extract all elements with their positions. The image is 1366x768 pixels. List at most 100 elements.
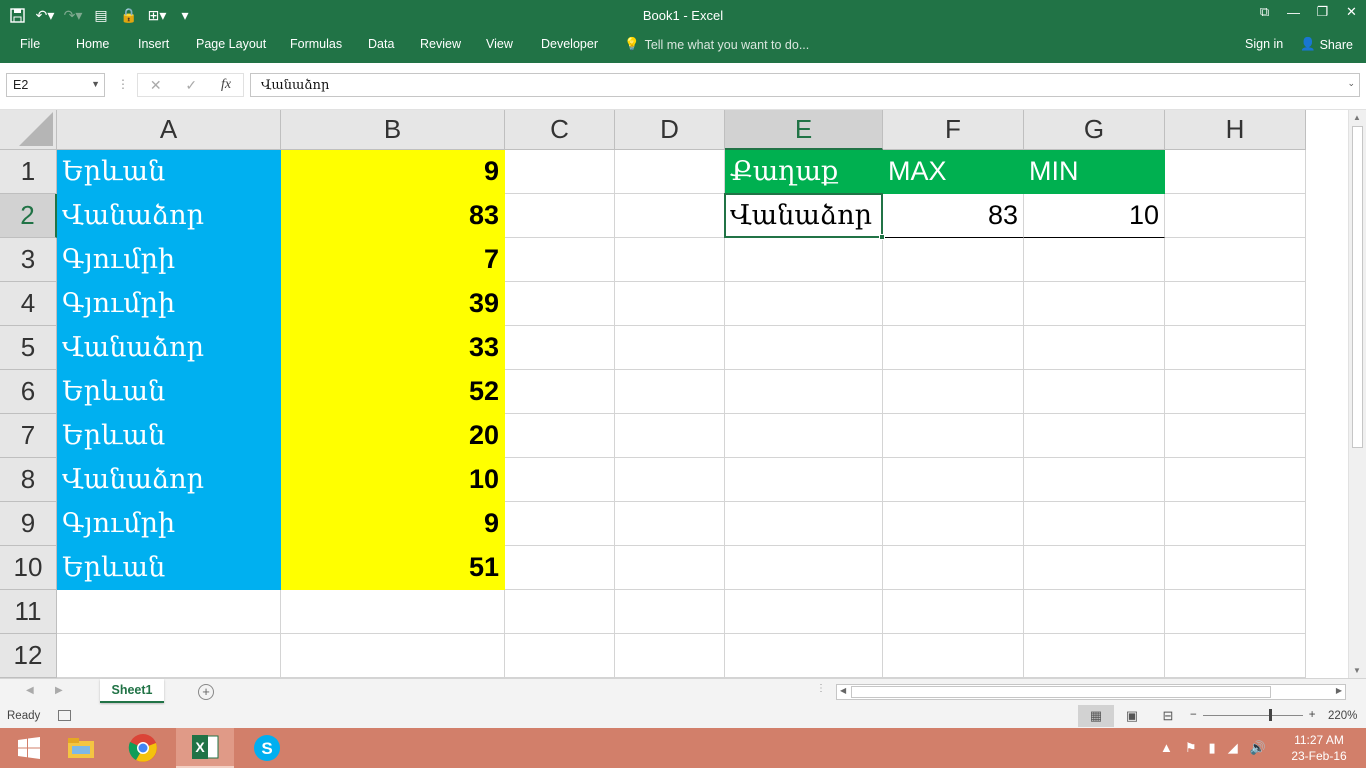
tab-split-grip-icon[interactable]: ⋮ xyxy=(816,683,826,694)
cell[interactable] xyxy=(505,194,615,238)
cell[interactable] xyxy=(281,590,505,634)
cell[interactable] xyxy=(883,370,1024,414)
cell-a8[interactable]: Վանաձոր xyxy=(57,458,281,502)
zoom-in-icon[interactable]: + xyxy=(1309,709,1316,721)
prev-sheet-icon[interactable]: ◀ xyxy=(26,685,34,696)
vertical-scroll-thumb[interactable] xyxy=(1352,126,1363,448)
cell[interactable] xyxy=(505,150,615,194)
cell[interactable] xyxy=(615,458,725,502)
share-button[interactable]: 👤 Share xyxy=(1300,37,1353,52)
cell[interactable] xyxy=(725,414,883,458)
cell-f1[interactable]: MAX xyxy=(883,150,1024,194)
redo-icon[interactable]: ↷▾ xyxy=(62,4,84,26)
row-header-4[interactable]: 4 xyxy=(0,282,57,326)
volume-icon[interactable]: 🔊 xyxy=(1250,740,1266,756)
spreadsheet-grid[interactable]: A B C D E F G H 1 2 3 4 5 6 7 8 9 10 11 12 Երևան Վանաձոր Գյում… xyxy=(0,110,1348,678)
horizontal-scrollbar[interactable]: ◀ ▶ xyxy=(836,684,1346,700)
cell[interactable] xyxy=(505,502,615,546)
cell-b10[interactable]: 51 xyxy=(281,546,505,590)
enter-icon[interactable]: ✓ xyxy=(185,77,197,94)
grid-view-icon[interactable]: ⊞▾ xyxy=(146,4,168,26)
cell[interactable] xyxy=(883,458,1024,502)
close-button[interactable]: ✕ xyxy=(1337,0,1366,24)
name-box[interactable]: E2 ▼ xyxy=(6,73,105,97)
cell[interactable] xyxy=(1024,326,1165,370)
cell[interactable] xyxy=(57,634,281,678)
cell-a1[interactable]: Երևան xyxy=(57,150,281,194)
cell[interactable] xyxy=(725,370,883,414)
vertical-scrollbar[interactable]: ▲ ▼ xyxy=(1348,110,1366,678)
cell[interactable] xyxy=(57,590,281,634)
form-icon[interactable]: ▤ xyxy=(90,4,112,26)
cell-b5[interactable]: 33 xyxy=(281,326,505,370)
row-header-10[interactable]: 10 xyxy=(0,546,57,590)
cell[interactable] xyxy=(505,590,615,634)
ribbon-display-icon[interactable]: ⧉ xyxy=(1250,0,1279,24)
scroll-left-icon[interactable]: ◀ xyxy=(840,686,846,695)
tab-page-layout[interactable]: Page Layout xyxy=(196,37,266,51)
formula-bar-grip-icon[interactable]: ⋮ xyxy=(117,77,129,91)
normal-view-icon[interactable]: ▦ xyxy=(1078,705,1114,727)
cell[interactable] xyxy=(615,238,725,282)
restore-button[interactable]: ❐ xyxy=(1308,0,1337,24)
next-sheet-icon[interactable]: ▶ xyxy=(55,685,63,696)
sheet-tab-sheet1[interactable]: Sheet1 xyxy=(100,679,164,703)
cell[interactable] xyxy=(725,546,883,590)
tab-review[interactable]: Review xyxy=(420,37,461,51)
scroll-right-icon[interactable]: ▶ xyxy=(1336,686,1342,695)
add-sheet-icon[interactable]: + xyxy=(198,684,214,700)
cell[interactable] xyxy=(883,590,1024,634)
tab-insert[interactable]: Insert xyxy=(138,37,169,51)
sign-in-link[interactable]: Sign in xyxy=(1245,37,1283,51)
cell[interactable] xyxy=(1165,458,1306,502)
skype-icon[interactable]: S xyxy=(238,728,296,768)
cell-e2[interactable]: Վանաձոր xyxy=(725,194,883,238)
cell[interactable] xyxy=(883,634,1024,678)
zoom-slider[interactable] xyxy=(1202,708,1303,721)
page-layout-view-icon[interactable]: ▣ xyxy=(1114,705,1150,727)
minimize-button[interactable]: — xyxy=(1279,0,1308,24)
cell[interactable] xyxy=(1024,238,1165,282)
cell[interactable] xyxy=(1024,414,1165,458)
zoom-level[interactable]: 220% xyxy=(1328,710,1357,722)
cell[interactable] xyxy=(883,546,1024,590)
cell-b7[interactable]: 20 xyxy=(281,414,505,458)
cell-e1[interactable]: Քաղաք xyxy=(725,150,883,194)
show-hidden-icons-icon[interactable]: ▲ xyxy=(1160,740,1173,756)
tell-me-box[interactable]: 💡 Tell me what you want to do... xyxy=(624,37,809,52)
column-header-d[interactable]: D xyxy=(615,110,725,150)
tab-developer[interactable]: Developer xyxy=(541,37,598,51)
cell[interactable] xyxy=(1024,502,1165,546)
formula-input[interactable]: Վանաձոր ⌄ xyxy=(250,73,1360,97)
column-header-g[interactable]: G xyxy=(1024,110,1165,150)
cell[interactable] xyxy=(1024,458,1165,502)
cancel-icon[interactable]: ✕ xyxy=(150,77,162,94)
scroll-up-icon[interactable]: ▲ xyxy=(1353,113,1361,122)
column-header-b[interactable]: B xyxy=(281,110,505,150)
tab-home[interactable]: Home xyxy=(76,37,109,51)
cell-b6[interactable]: 52 xyxy=(281,370,505,414)
cell[interactable] xyxy=(615,150,725,194)
chevron-down-icon[interactable]: ▼ xyxy=(91,79,100,89)
cell-b1[interactable]: 9 xyxy=(281,150,505,194)
row-header-1[interactable]: 1 xyxy=(0,150,57,194)
zoom-out-icon[interactable]: − xyxy=(1190,709,1197,721)
cell[interactable] xyxy=(505,458,615,502)
cell-a9[interactable]: Գյումրի xyxy=(57,502,281,546)
cell[interactable] xyxy=(1165,502,1306,546)
cell[interactable] xyxy=(505,634,615,678)
column-header-c[interactable]: C xyxy=(505,110,615,150)
cell[interactable] xyxy=(725,634,883,678)
cell[interactable] xyxy=(725,282,883,326)
column-header-a[interactable]: A xyxy=(57,110,281,150)
cell[interactable] xyxy=(615,414,725,458)
cell[interactable] xyxy=(1165,150,1306,194)
cell[interactable] xyxy=(615,326,725,370)
cell[interactable] xyxy=(1165,326,1306,370)
cell[interactable] xyxy=(883,414,1024,458)
cell[interactable] xyxy=(883,502,1024,546)
cell-b4[interactable]: 39 xyxy=(281,282,505,326)
cell[interactable] xyxy=(883,238,1024,282)
cell-b2[interactable]: 83 xyxy=(281,194,505,238)
cell[interactable] xyxy=(615,282,725,326)
